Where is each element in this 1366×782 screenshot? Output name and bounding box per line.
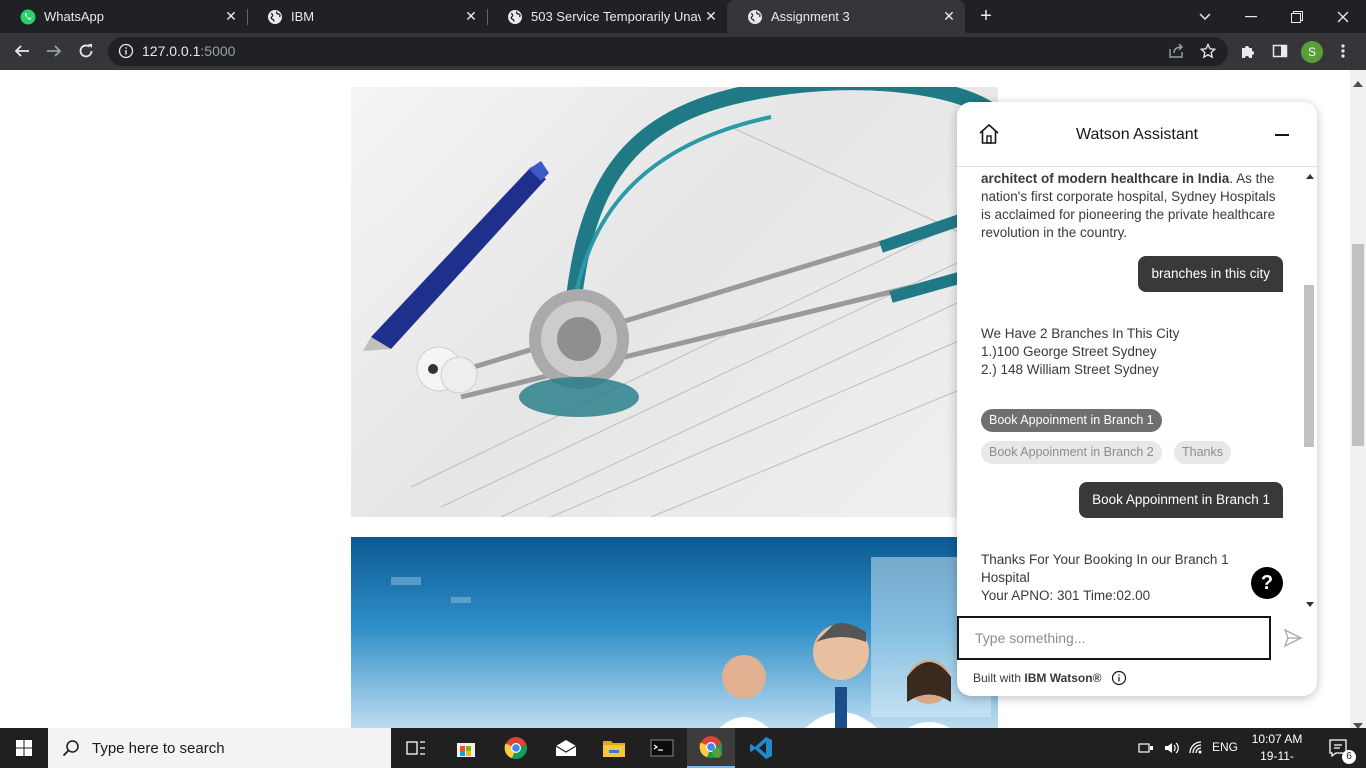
wifi-icon[interactable] (1184, 728, 1208, 768)
close-icon[interactable]: ✕ (939, 8, 959, 25)
bot-line: 1.)100 George Street Sydney (981, 344, 1157, 359)
stethoscope-image (351, 87, 998, 517)
tab-503[interactable]: 503 Service Temporarily Unavaila ✕ (487, 0, 727, 33)
whatsapp-icon (20, 9, 36, 25)
menu-kebab-icon[interactable] (1331, 39, 1355, 63)
tab-label: WhatsApp (44, 9, 104, 24)
site-info-icon[interactable] (118, 43, 134, 64)
option-thanks[interactable]: Thanks (1174, 441, 1231, 464)
side-panel-icon[interactable] (1268, 39, 1292, 63)
chrome-icon[interactable] (492, 728, 540, 768)
browser-tab-bar: WhatsApp ✕ IBM ✕ 503 Service Temporarily… (0, 0, 1366, 33)
bot-line: 2.) 148 William Street Sydney (981, 362, 1159, 377)
tab-assignment-3[interactable]: Assignment 3 ✕ (727, 0, 965, 33)
profile-avatar[interactable]: S (1301, 41, 1323, 63)
tab-whatsapp[interactable]: WhatsApp ✕ (0, 0, 247, 33)
mail-icon[interactable] (542, 728, 590, 768)
share-icon[interactable] (1164, 39, 1188, 63)
close-icon[interactable]: ✕ (701, 8, 721, 25)
user-message: branches in this city (1138, 256, 1283, 292)
search-placeholder: Type here to search (92, 739, 225, 757)
notifications-icon[interactable]: 6 (1318, 728, 1358, 768)
bot-message-intro: architect of modern healthcare in India.… (981, 170, 1277, 242)
reload-icon[interactable] (74, 39, 98, 63)
restore-button[interactable] (1274, 0, 1320, 33)
network-device-icon[interactable] (1134, 728, 1158, 768)
extensions-puzzle-icon[interactable] (1236, 39, 1260, 63)
doctors-image (351, 537, 998, 728)
footer-prefix: Built with (973, 671, 1025, 685)
tab-label: Assignment 3 (771, 9, 850, 24)
back-arrow-icon[interactable] (10, 39, 34, 63)
task-view-icon[interactable] (392, 728, 440, 768)
language-indicator[interactable]: ENG (1212, 740, 1238, 754)
bookmark-star-icon[interactable] (1196, 39, 1220, 63)
windows-start-icon[interactable] (0, 728, 48, 768)
close-icon[interactable]: ✕ (221, 8, 241, 25)
microsoft-store-icon[interactable] (442, 728, 490, 768)
watson-message-input[interactable] (957, 616, 1271, 660)
help-button[interactable]: ? (1251, 567, 1283, 599)
clock-date: 19-11-2022 (1260, 749, 1294, 780)
user-message: Book Appoinment in Branch 1 (1079, 482, 1283, 518)
search-icon (62, 739, 80, 757)
globe-icon (507, 9, 523, 25)
tab-ibm[interactable]: IBM ✕ (247, 0, 487, 33)
send-icon[interactable] (1283, 628, 1303, 653)
watson-footer: Built with IBM Watson® (973, 670, 1127, 686)
bot-message-branches: We Have 2 Branches In This City 1.)100 G… (981, 325, 1277, 379)
minimize-button[interactable] (1228, 0, 1274, 33)
url-host: 127.0.0.1 (142, 43, 201, 59)
bot-line: We Have 2 Branches In This City (981, 326, 1180, 341)
bot-line: Your APNO: 301 Time:02.00 (981, 588, 1151, 603)
address-bar[interactable] (108, 37, 1228, 66)
bot-message-confirmation: Thanks For Your Booking In our Branch 1 … (981, 551, 1277, 605)
terminal-icon[interactable] (638, 728, 686, 768)
notification-count-badge: 6 (1342, 750, 1356, 764)
watson-assistant-widget: Watson Assistant architect of modern hea… (957, 102, 1317, 696)
taskbar-search-box[interactable]: Type here to search (48, 728, 391, 768)
close-icon[interactable]: ✕ (461, 8, 481, 25)
tab-label: 503 Service Temporarily Unavaila (531, 9, 701, 24)
option-book-branch-1[interactable]: Book Appoinment in Branch 1 (981, 409, 1162, 432)
option-book-branch-2[interactable]: Book Appoinment in Branch 2 (981, 441, 1162, 464)
chrome-profile-active-icon[interactable] (687, 728, 735, 768)
clock-time: 10:07 AM (1251, 732, 1303, 746)
tab-label: IBM (291, 9, 315, 24)
close-window-button[interactable] (1320, 0, 1366, 33)
watson-title: Watson Assistant (1075, 126, 1199, 143)
intro-bold-text: architect of modern healthcare in India (981, 171, 1230, 186)
vscode-icon[interactable] (737, 728, 785, 768)
url-text[interactable]: 127.0.0.1:5000 (142, 43, 235, 59)
watson-message-list: architect of modern healthcare in India.… (957, 167, 1303, 611)
globe-icon (747, 9, 763, 25)
tab-search-chevron-icon[interactable] (1182, 0, 1228, 33)
minimize-icon[interactable] (1275, 134, 1289, 136)
url-port: :5000 (200, 43, 236, 59)
watson-scrollbar-thumb[interactable] (1304, 285, 1314, 447)
system-clock[interactable]: 10:07 AM 19-11-2022 (1248, 731, 1306, 782)
globe-icon (267, 9, 283, 25)
watson-header: Watson Assistant (957, 102, 1317, 167)
volume-icon[interactable] (1160, 728, 1184, 768)
new-tab-button[interactable]: + (974, 5, 998, 29)
bot-line: Thanks For Your Booking In our Branch 1 … (981, 552, 1229, 585)
scroll-up-arrow-icon[interactable] (1353, 74, 1363, 92)
file-explorer-icon[interactable] (590, 728, 638, 768)
windows-taskbar: Type here to search ENG 10:07 AM 19-11-2… (0, 728, 1366, 780)
info-icon[interactable] (1111, 670, 1127, 686)
footer-brand: IBM Watson® (1024, 671, 1102, 685)
forward-arrow-icon[interactable] (42, 39, 66, 63)
page-scrollbar-thumb[interactable] (1352, 244, 1364, 446)
